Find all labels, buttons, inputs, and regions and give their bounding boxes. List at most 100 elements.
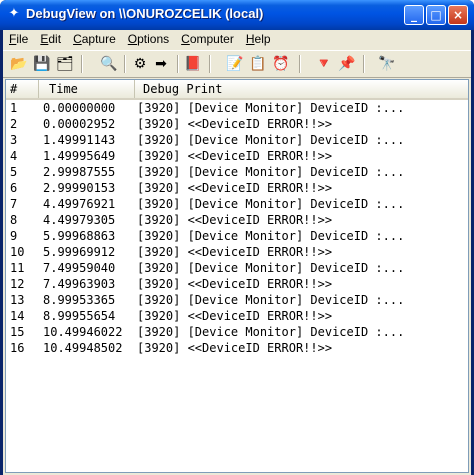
toolbar-separator — [177, 55, 179, 73]
row-debug-print: [3920] <<DeviceID ERROR!!>> — [137, 245, 333, 259]
title-bar[interactable]: ✦ DebugView on \\ONUROZCELIK (local) _ □… — [0, 0, 474, 30]
clear-icon[interactable]: 📕 — [183, 54, 203, 74]
row-time: 0.00000000 — [43, 101, 116, 115]
toolbar: 📂 💾 🗂 🔍 ⚙ ➡ 📕 📝 📋 ⏰ 🔻 📌 🔭 — [3, 50, 471, 78]
row-time: 7.49963903 — [43, 277, 116, 291]
toolbar-separator — [363, 55, 365, 73]
open-icon[interactable]: 📂 — [9, 54, 29, 74]
capture-icon[interactable]: ⚙ — [130, 54, 150, 74]
table-row[interactable]: 8 4.49979305 [3920] <<DeviceID ERROR!!>> — [6, 212, 468, 228]
table-row[interactable]: 11 7.49959040 [3920] [Device Monitor] Devi… — [6, 260, 468, 276]
row-number: 2 — [10, 117, 18, 131]
table-row[interactable]: 9 5.99968863 [3920] [Device Monitor] Devic… — [6, 228, 468, 244]
row-number: 6 — [10, 181, 18, 195]
close-button[interactable]: × — [448, 5, 468, 25]
menu-edit[interactable]: Edit — [34, 30, 67, 48]
debug-output-list[interactable]: # Time Debug Print 1 0.00000000 [3920] [De… — [5, 79, 469, 473]
column-header-time[interactable]: Time — [39, 80, 135, 98]
table-row[interactable]: 12 7.49963903 [3920] <<DeviceID ERROR!!>> — [6, 276, 468, 292]
menu-help[interactable]: Help — [240, 30, 277, 48]
row-time: 4.49976921 — [43, 197, 116, 211]
menu-computer[interactable]: Computer — [175, 30, 240, 48]
row-time: 8.99955654 — [43, 309, 116, 323]
row-debug-print: [3920] <<DeviceID ERROR!!>> — [137, 149, 333, 163]
row-number: 15 — [10, 325, 25, 339]
menu-options[interactable]: Options — [122, 30, 175, 48]
row-debug-print: [3920] <<DeviceID ERROR!!>> — [137, 117, 333, 131]
row-number: 4 — [10, 149, 18, 163]
highlight-icon[interactable]: 📋 — [248, 54, 268, 74]
row-debug-print: [3920] [Device Monitor] DeviceID :... — [137, 229, 405, 243]
row-debug-print: [3920] [Device Monitor] DeviceID :... — [137, 133, 405, 147]
log-icon[interactable]: 📌 — [337, 54, 357, 74]
row-debug-print: [3920] <<DeviceID ERROR!!>> — [137, 341, 333, 355]
list-rows: 1 0.00000000 [3920] [Device Monitor] Devic… — [6, 100, 468, 356]
row-number: 8 — [10, 213, 18, 227]
list-header: # Time Debug Print — [6, 80, 468, 100]
row-number: 16 — [10, 341, 25, 355]
menu-capture[interactable]: Capture — [67, 30, 122, 48]
maximize-button[interactable]: □ — [426, 5, 446, 25]
table-row[interactable]: 13 8.99953365 [3920] [Device Monitor] Devi… — [6, 292, 468, 308]
autoscroll-icon[interactable]: ➡ — [151, 54, 171, 74]
debugview-app-icon: ✦ — [8, 6, 20, 21]
row-debug-print: [3920] [Device Monitor] DeviceID :... — [137, 325, 405, 339]
clock-icon[interactable]: ⏰ — [271, 54, 291, 74]
row-number: 13 — [10, 293, 25, 307]
find-icon[interactable]: 🔍 — [99, 54, 119, 74]
row-debug-print: [3920] [Device Monitor] DeviceID :... — [137, 165, 405, 179]
row-number: 10 — [10, 245, 25, 259]
table-row[interactable]: 15 10.49946022 [3920] [Device Monitor] Dev… — [6, 324, 468, 340]
table-row[interactable]: 1 0.00000000 [3920] [Device Monitor] Devic… — [6, 100, 468, 116]
row-time: 8.99953365 — [43, 293, 116, 307]
row-time: 1.49991143 — [43, 133, 116, 147]
column-header-debug-print[interactable]: Debug Print — [135, 80, 468, 98]
row-number: 7 — [10, 197, 18, 211]
toolbar-separator — [81, 55, 83, 73]
row-number: 5 — [10, 165, 18, 179]
row-time: 0.00002952 — [43, 117, 116, 131]
menu-file[interactable]: File — [3, 30, 34, 48]
row-debug-print: [3920] <<DeviceID ERROR!!>> — [137, 277, 333, 291]
table-row[interactable]: 3 1.49991143 [3920] [Device Monitor] Devic… — [6, 132, 468, 148]
row-time: 5.99968863 — [43, 229, 116, 243]
toolbar-separator — [209, 55, 211, 73]
row-time: 1.49995649 — [43, 149, 116, 163]
table-row[interactable]: 6 2.99990153 [3920] <<DeviceID ERROR!!>> — [6, 180, 468, 196]
window-body: File Edit Capture Options Computer Help 📂 💾 🗂… — [3, 30, 471, 475]
row-debug-print: [3920] [Device Monitor] DeviceID :... — [137, 293, 405, 307]
table-row[interactable]: 14 8.99955654 [3920] <<DeviceID ERROR!!>> — [6, 308, 468, 324]
row-debug-print: [3920] <<DeviceID ERROR!!>> — [137, 309, 333, 323]
save-as-icon[interactable]: 🗂 — [55, 54, 75, 74]
history-icon[interactable]: 🔻 — [314, 54, 334, 74]
row-number: 9 — [10, 229, 18, 243]
window-title: DebugView on \\ONUROZCELIK (local) — [26, 6, 264, 21]
row-number: 1 — [10, 101, 18, 115]
row-time: 2.99987555 — [43, 165, 116, 179]
table-row[interactable]: 4 1.49995649 [3920] <<DeviceID ERROR!!>> — [6, 148, 468, 164]
row-number: 12 — [10, 277, 25, 291]
row-debug-print: [3920] [Device Monitor] DeviceID :... — [137, 261, 405, 275]
toolbar-separator — [124, 55, 126, 73]
table-row[interactable]: 16 10.49948502 [3920] <<DeviceID ERROR!!>> — [6, 340, 468, 356]
search-icon[interactable]: 🔭 — [377, 54, 397, 74]
row-time: 7.49959040 — [43, 261, 116, 275]
minimize-button[interactable]: _ — [404, 5, 424, 25]
save-icon[interactable]: 💾 — [32, 54, 52, 74]
row-number: 11 — [10, 261, 25, 275]
row-time: 10.49946022 — [43, 325, 123, 339]
row-time: 5.99969912 — [43, 245, 116, 259]
filter-icon[interactable]: 📝 — [225, 54, 245, 74]
row-time: 4.49979305 — [43, 213, 116, 227]
toolbar-separator — [299, 55, 301, 73]
table-row[interactable]: 5 2.99987555 [3920] [Device Monitor] Devic… — [6, 164, 468, 180]
row-time: 2.99990153 — [43, 181, 116, 195]
row-number: 3 — [10, 133, 18, 147]
table-row[interactable]: 10 5.99969912 [3920] <<DeviceID ERROR!!>> — [6, 244, 468, 260]
row-time: 10.49948502 — [43, 341, 123, 355]
table-row[interactable]: 2 0.00002952 [3920] <<DeviceID ERROR!!>> — [6, 116, 468, 132]
table-row[interactable]: 7 4.49976921 [3920] [Device Monitor] Devic… — [6, 196, 468, 212]
row-debug-print: [3920] <<DeviceID ERROR!!>> — [137, 181, 333, 195]
row-debug-print: [3920] [Device Monitor] DeviceID :... — [137, 101, 405, 115]
column-header-number[interactable]: # — [6, 80, 39, 98]
